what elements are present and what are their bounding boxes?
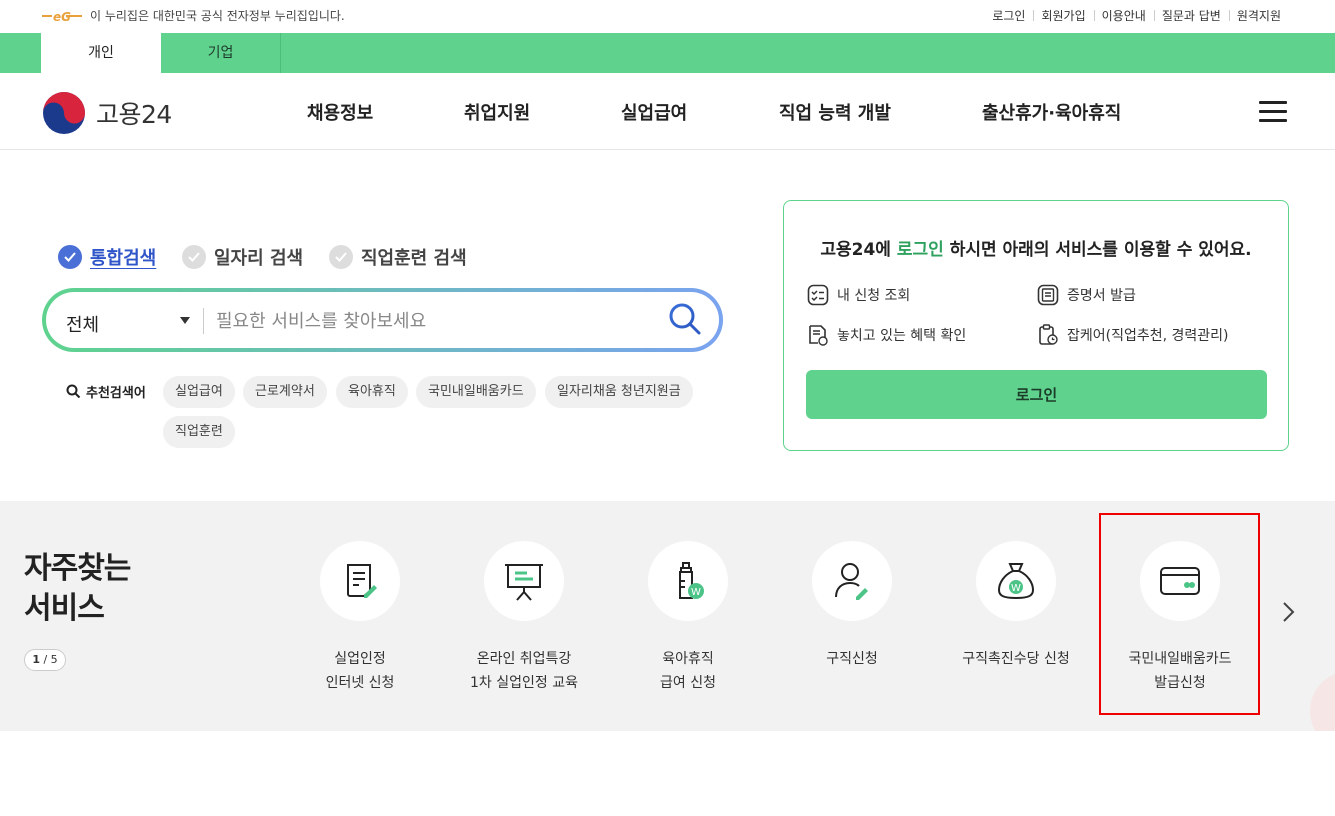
pager-current: 1	[32, 653, 40, 666]
login-title-link[interactable]: 로그인	[897, 240, 944, 260]
keyword-chip[interactable]: 일자리채움 청년지원금	[545, 376, 693, 408]
login-panel-title: 고용24에 로그인 하시면 아래의 서비스를 이용할 수 있어요.	[784, 235, 1288, 260]
item-label-line1: 육아휴직	[662, 651, 714, 667]
item-label-line1: 구직신청	[826, 651, 878, 667]
qna-link[interactable]: 질문과 답변	[1153, 7, 1229, 24]
service-item-job-promotion-allowance[interactable]: W 구직촉진수당 신청	[934, 541, 1098, 671]
remote-support-link[interactable]: 원격지원	[1228, 7, 1289, 24]
tab-business[interactable]: 기업	[161, 33, 280, 73]
keyword-chip[interactable]: 육아휴직	[336, 376, 408, 408]
document-pen-icon	[320, 541, 400, 621]
highlight-box	[1099, 513, 1260, 715]
service-missed-benefits[interactable]: 놓치고 있는 혜택 확인	[807, 324, 966, 346]
logo-text: 고용24	[96, 100, 172, 129]
svg-text:eG: eG	[53, 10, 71, 23]
login-title-post: 하시면 아래의 서비스를 이용할 수 있어요.	[943, 240, 1252, 260]
guide-link[interactable]: 이용안내	[1093, 7, 1154, 24]
svg-text:W: W	[691, 587, 701, 598]
search-icon[interactable]	[668, 302, 702, 336]
utility-links: 로그인 회원가입 이용안내 질문과 답변 원격지원	[984, 7, 1289, 24]
nav-employment-support[interactable]: 취업지원	[464, 99, 530, 125]
presentation-board-icon	[484, 541, 564, 621]
service-item-job-application[interactable]: 구직신청	[770, 541, 934, 671]
section-title-line1: 자주찾는	[24, 551, 131, 586]
check-off-icon	[182, 245, 206, 269]
caret-down-icon[interactable]	[180, 317, 190, 324]
scope-jobs[interactable]: 일자리 검색	[182, 244, 303, 270]
nav-recruitment[interactable]: 채용정보	[307, 99, 373, 125]
certificate-icon	[1037, 284, 1059, 306]
login-link[interactable]: 로그인	[984, 7, 1033, 24]
search-box: 전체	[42, 288, 723, 352]
keyword-chip[interactable]: 근로계약서	[243, 376, 327, 408]
keyword-chip[interactable]: 실업급여	[163, 376, 235, 408]
svg-text:W: W	[1011, 583, 1021, 594]
service-label: 놓치고 있는 혜택 확인	[837, 328, 967, 344]
reco-label-text: 추천검색어	[86, 386, 146, 401]
section-title: 자주찾는 서비스	[24, 549, 131, 629]
service-jobcare[interactable]: 잡케어(직업추천, 경력관리)	[1037, 324, 1229, 346]
baby-bottle-won-icon: W	[648, 541, 728, 621]
scope-training-label: 직업훈련 검색	[361, 248, 467, 269]
category-select[interactable]: 전체	[66, 311, 99, 337]
item-label-line2: 1차 실업인정 교육	[470, 675, 578, 691]
item-label-line2: 인터넷 신청	[325, 675, 395, 691]
nav-unemployment-benefit[interactable]: 실업급여	[621, 99, 687, 125]
signup-link[interactable]: 회원가입	[1033, 7, 1093, 24]
check-off-icon	[329, 245, 353, 269]
benefit-document-icon	[809, 325, 828, 346]
main-header: 고용24 채용정보 취업지원 실업급여 직업 능력 개발 출산휴가·육아휴직	[0, 73, 1335, 150]
carousel-pager: 1 / 5	[24, 649, 66, 671]
keyword-chip[interactable]: 직업훈련	[163, 416, 235, 448]
section-title-line2: 서비스	[24, 591, 105, 626]
scope-training[interactable]: 직업훈련 검색	[329, 244, 467, 270]
login-title-pre: 고용24에	[820, 240, 897, 260]
service-item-unemployment-recognition[interactable]: 실업인정인터넷 신청	[278, 541, 442, 695]
service-label: 잡케어(직업추천, 경력관리)	[1067, 328, 1229, 344]
keyword-chip[interactable]: 국민내일배움카드	[416, 376, 536, 408]
frequent-services-section: 자주찾는 서비스 1 / 5 실업인정인터넷 신청 온라인 취업특강 1차 실업인…	[0, 501, 1335, 731]
menu-hamburger-icon[interactable]	[1259, 101, 1287, 123]
check-on-icon	[58, 245, 82, 269]
nav-vocational-training[interactable]: 직업 능력 개발	[779, 99, 891, 125]
person-pen-icon	[812, 541, 892, 621]
site-logo[interactable]: 고용24	[42, 91, 172, 135]
nav-parental-leave[interactable]: 출산휴가·육아휴직	[982, 99, 1121, 125]
pager-total: / 5	[39, 653, 58, 666]
scope-integrated-label: 통합검색	[90, 248, 157, 269]
scope-jobs-label: 일자리 검색	[214, 248, 304, 269]
service-certificate[interactable]: 증명서 발급	[1037, 284, 1136, 306]
service-item-parental-leave[interactable]: W 육아휴직급여 신청	[606, 541, 770, 695]
login-button[interactable]: 로그인	[806, 370, 1267, 419]
egov-logo-icon: eG	[42, 10, 82, 23]
search-small-icon	[66, 384, 81, 399]
utility-bar: eG 이 누리집은 대한민국 공식 전자정부 누리집입니다. 로그인 회원가입 …	[0, 0, 1335, 33]
recommended-keywords-label: 추천검색어	[66, 382, 146, 401]
service-item-online-lecture[interactable]: 온라인 취업특강 1차 실업인정 교육	[442, 541, 606, 695]
search-input[interactable]	[216, 304, 656, 338]
tab-personal[interactable]: 개인	[41, 33, 161, 73]
item-label-line1: 온라인 취업특강	[476, 651, 572, 667]
item-label-line2: 급여 신청	[660, 675, 716, 691]
decorative-circle	[1310, 671, 1335, 731]
item-label-line1: 구직촉진수당 신청	[962, 651, 1070, 667]
taegeuk-logo-icon	[43, 92, 85, 134]
checklist-icon	[807, 284, 829, 306]
search-separator	[203, 308, 204, 334]
gov-notice-text: 이 누리집은 대한민국 공식 전자정부 누리집입니다.	[90, 9, 345, 23]
service-my-applications[interactable]: 내 신청 조회	[807, 284, 910, 306]
tab-divider	[280, 33, 281, 73]
service-label: 증명서 발급	[1067, 288, 1136, 304]
clipboard-clock-icon	[1039, 324, 1058, 345]
user-type-tabs: 개인 기업	[0, 33, 1335, 73]
money-bag-won-icon: W	[976, 541, 1056, 621]
chevron-right-icon[interactable]	[1280, 601, 1296, 623]
gov-notice: eG 이 누리집은 대한민국 공식 전자정부 누리집입니다.	[40, 7, 345, 24]
scope-integrated[interactable]: 통합검색	[58, 244, 156, 270]
item-label-line1: 실업인정	[334, 651, 386, 667]
login-panel: 고용24에 로그인 하시면 아래의 서비스를 이용할 수 있어요. 내 신청 조…	[783, 200, 1289, 451]
service-label: 내 신청 조회	[837, 288, 911, 304]
